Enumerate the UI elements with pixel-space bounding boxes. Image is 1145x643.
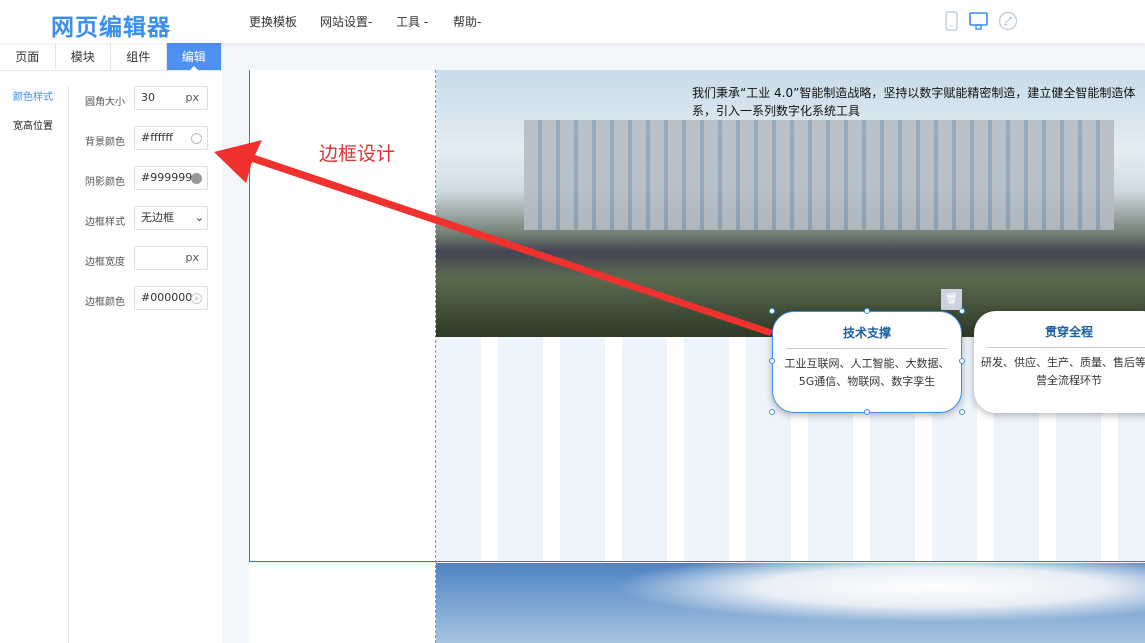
annotation-arrow-icon <box>214 140 773 336</box>
